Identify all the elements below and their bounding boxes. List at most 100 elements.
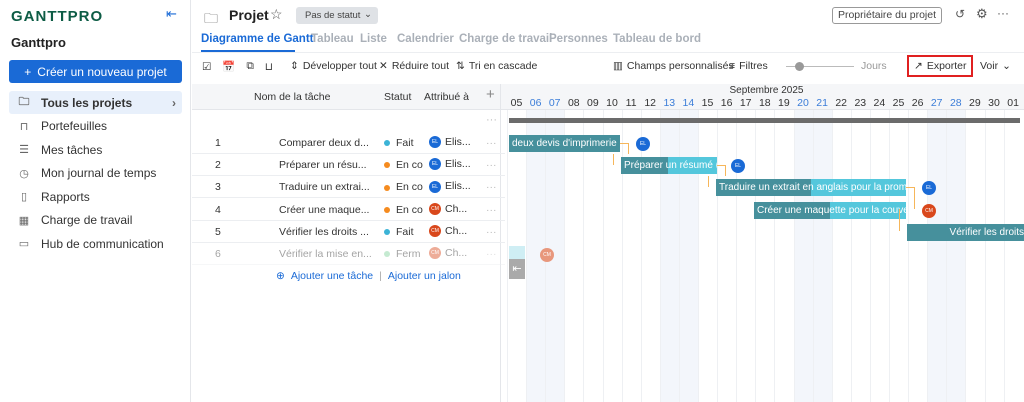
assignee[interactable]: EL Elis... [429,136,471,149]
status-dropdown[interactable]: Pas de statut ⌄ [296,7,378,24]
day-column [755,110,774,402]
assignee[interactable]: CM Ch... [429,247,467,260]
sidebar-item-3[interactable]: ◷ Mon journal de temps [9,162,182,185]
status-badge[interactable]: Ferm [384,248,421,260]
scroll-to-start-button[interactable]: ⇤ [509,259,525,279]
assignee[interactable]: CM Ch... [429,203,467,215]
table-row[interactable]: 4 Créer une maque... En co CM Ch... ··· [192,199,505,221]
task-bar[interactable]: deux devis d'imprimerie p... [509,135,620,152]
day-column [640,110,660,402]
dependency-line [899,209,907,231]
day-column [927,110,947,402]
assignee[interactable]: EL Elis... [429,158,471,171]
status-badge[interactable]: Fait [384,137,414,149]
table-row[interactable]: 3 Traduire un extrai... En co EL Elis... … [192,176,505,199]
sidebar-item-4[interactable]: ▯ Rapports [9,185,182,208]
hierarchy-icon[interactable]: ⧉ [246,60,254,73]
more-icon[interactable]: ··· [486,159,497,171]
day-label: 28 [949,97,962,109]
add-circle-icon: ⊕ [276,270,285,282]
workspace-name: Ganttpro [11,35,66,50]
task-bar[interactable]: Préparer un résumé (... [621,157,717,175]
more-icon[interactable]: ··· [486,137,497,149]
day-label: 01 [1007,97,1019,109]
more-icon[interactable]: ··· [486,248,497,260]
task-bar[interactable]: Vérifier les droits [907,223,1024,241]
column-header-status[interactable]: Statut [384,91,411,103]
assignee[interactable]: CM Ch... [429,225,467,238]
column-header-assigned[interactable]: Attribué à [424,91,469,103]
export-button[interactable]: ↗ Exporter [907,55,973,77]
sidebar-item-6[interactable]: ▭ Hub de communication [9,232,182,255]
status-badge[interactable]: En co [384,204,423,216]
status-badge[interactable]: En co [384,181,423,193]
assignee[interactable]: EL Elis... [429,180,471,193]
task-name[interactable]: Comparer deux d... [279,137,369,149]
task-bar[interactable]: Créer une maquette pour la couverture [754,201,906,219]
day-column [831,110,851,402]
more-icon[interactable]: ··· [997,6,1009,20]
collapse-sidebar-icon[interactable]: ⇤ [166,6,177,22]
avatar: CM [429,225,441,238]
sidebar-item-5[interactable]: ▦ Charge de travail [9,209,182,232]
add-column-icon[interactable]: + [486,86,495,103]
add-row-links: ⊕ Ajouter une tâche | Ajouter un jalon [276,270,461,282]
plus-icon: + [24,64,32,79]
create-project-button[interactable]: + Créer un nouveau projet [9,60,182,83]
table-row[interactable]: 1 Comparer deux d... Fait EL Elis... ··· [192,132,505,154]
task-bar[interactable]: Traduire un extrait en anglais pour la p… [716,179,906,197]
task-name[interactable]: Préparer un résu... [279,159,367,171]
custom-fields-button[interactable]: ▥ Champs personnalisés [613,60,734,72]
add-milestone-link[interactable]: Ajouter un jalon [388,270,461,282]
sidebar-item-2[interactable]: ☰ Mes tâches [9,138,182,161]
status-badge[interactable]: En co [384,159,423,171]
more-icon[interactable]: ··· [486,204,497,216]
tab-5[interactable]: Personnes [549,33,608,45]
more-icon[interactable]: ··· [486,114,497,126]
expand-all-button[interactable]: ⇕ Développer tout [290,60,377,72]
filters-button[interactable]: ≡ Filtres [729,60,768,72]
tab-3[interactable]: Calendrier [397,33,454,45]
export-icon: ↗ [914,60,923,72]
day-label: 21 [816,97,828,109]
checkbox-icon[interactable]: ☑ [202,61,211,73]
day-column [984,110,1004,402]
star-icon[interactable]: ☆ [270,6,283,23]
task-name[interactable]: Traduire un extrai... [279,181,370,193]
calendar-alert-icon[interactable]: 📅 [222,60,235,73]
day-column [812,110,832,402]
add-task-link[interactable]: Ajouter une tâche [291,270,373,282]
collapse-all-button[interactable]: ✕ Réduire tout [379,60,449,72]
task-name[interactable]: Créer une maque... [279,204,369,216]
table-row[interactable]: 5 Vérifier les droits ... Fait CM Ch... ·… [192,221,505,243]
sidebar-item-1[interactable]: ⊓ Portefeuilles [9,115,182,138]
report-icon: ▯ [20,191,28,203]
sidebar-item-0[interactable]: 🗀 Tous les projets › [9,91,182,114]
history-icon[interactable]: ↺ [955,7,965,21]
table-row[interactable]: 2 Préparer un résu... En co EL Elis... ··… [192,154,505,177]
status-badge[interactable]: Fait [384,226,414,238]
task-name[interactable]: Vérifier la mise en... [279,248,372,260]
tab-2[interactable]: Liste [360,33,387,45]
task-name[interactable]: Vérifier les droits ... [279,226,369,238]
day-column [659,110,679,402]
tab-4[interactable]: Charge de travail [459,33,552,45]
tab-6[interactable]: Tableau de bord [613,33,701,45]
zoom-slider-handle[interactable] [795,62,804,71]
project-owner-button[interactable]: Propriétaire du projet [832,7,942,24]
cascade-sort-button[interactable]: ⇅ Tri en cascade [456,60,537,72]
more-icon[interactable]: ··· [486,226,497,238]
day-label: 26 [911,97,924,109]
tab-1[interactable]: Tableau [311,33,354,45]
table-row[interactable]: 6 Vérifier la mise en... Ferm CM Ch... ··… [192,243,505,265]
gear-icon[interactable]: ⚙ [976,6,988,22]
column-header-name[interactable]: Nom de la tâche [254,91,330,103]
tab-0[interactable]: Diagramme de Gantt [201,33,313,45]
view-dropdown[interactable]: Voir ⌄ [980,60,1011,72]
column-width-icon[interactable]: ⊔ [265,61,273,73]
day-label: 29 [969,97,981,109]
day-label: 24 [873,97,886,109]
day-label: 13 [663,97,676,109]
avatar: CM [429,202,441,215]
more-icon[interactable]: ··· [486,181,497,193]
